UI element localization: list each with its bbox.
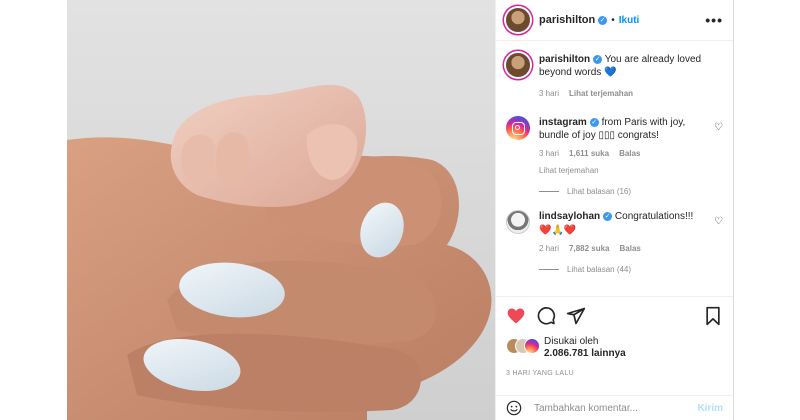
lindsaylohan-avatar[interactable]: [506, 210, 530, 234]
send-button[interactable]: Kirim: [697, 403, 723, 414]
likes-count[interactable]: 2.086.781 lainnya: [544, 348, 626, 359]
separator-dot: •: [611, 14, 615, 26]
post-header: parishilton ✓ • Ikuti •••: [496, 0, 733, 41]
verified-badge-icon: ✓: [598, 15, 608, 25]
more-options-icon[interactable]: •••: [705, 12, 723, 28]
bookmark-icon[interactable]: [703, 306, 723, 326]
likes-summary: Disukai oleh 2.086.781 lainnya: [506, 336, 723, 360]
caption-time: 3 hari: [539, 89, 560, 98]
replies-divider: [539, 269, 559, 270]
list-item: lindsaylohan ✓ Congratulations!!! ❤️🙏❤️ 2…: [506, 210, 723, 255]
verified-badge-icon: ✓: [589, 118, 599, 127]
comment-username[interactable]: instagram: [539, 117, 587, 128]
post-actions-bar: [496, 296, 733, 334]
comments-list[interactable]: parishilton ✓ You are already loved beyon…: [496, 41, 733, 296]
comment-like-heart-icon[interactable]: ♡: [714, 122, 723, 133]
comment-time: 2 hari: [539, 244, 560, 253]
view-replies-button[interactable]: Lihat balasan (44): [539, 265, 723, 274]
verified-badge-icon: ✓: [603, 212, 613, 221]
caption-translate-link[interactable]: Lihat terjemahan: [569, 87, 633, 100]
liker-avatars[interactable]: [506, 336, 540, 354]
view-replies-label: Lihat balasan (44): [567, 265, 632, 274]
emoji-smiley-icon[interactable]: [506, 400, 522, 416]
caption-username[interactable]: parishilton: [539, 54, 590, 65]
right-backdrop: [734, 0, 800, 420]
view-replies-button[interactable]: Lihat balasan (16): [539, 187, 723, 196]
comment-username[interactable]: lindsaylohan: [539, 211, 600, 222]
comment-icon[interactable]: [536, 306, 556, 326]
comment-input[interactable]: [532, 401, 698, 415]
post-side-panel: parishilton ✓ • Ikuti ••• parishilton ✓ Y…: [495, 0, 734, 420]
reply-button[interactable]: Balas: [620, 242, 641, 255]
post-photo[interactable]: [67, 0, 495, 420]
verified-badge-icon: ✓: [593, 55, 603, 64]
reply-button[interactable]: Balas: [619, 147, 640, 160]
comment-emojis: ❤️🙏❤️: [539, 225, 577, 236]
replies-divider: [539, 191, 559, 192]
post-timestamp: 3 HARI YANG LALU: [506, 370, 574, 377]
comment-like-heart-icon[interactable]: ♡: [714, 216, 723, 227]
avatar[interactable]: [506, 8, 530, 32]
comment-translate-link[interactable]: Lihat terjemahan: [539, 164, 707, 177]
caption-avatar[interactable]: [506, 53, 530, 77]
left-backdrop: [0, 0, 67, 420]
instagram-logo-icon: [511, 121, 525, 135]
avatar: [524, 338, 540, 354]
comment-likes[interactable]: 1,611 suka: [569, 147, 609, 160]
share-plane-icon[interactable]: [566, 306, 586, 326]
caption: parishilton ✓ You are already loved beyon…: [506, 53, 723, 100]
follow-button[interactable]: Ikuti: [619, 15, 640, 26]
like-heart-icon[interactable]: [506, 306, 526, 326]
comment-likes[interactable]: 7,882 suka: [569, 242, 609, 255]
view-replies-label: Lihat balasan (16): [567, 187, 632, 196]
comment-text: Congratulations!!!: [614, 211, 694, 222]
list-item: instagram ✓ from Paris with joy, bundle o…: [506, 116, 723, 177]
likes-label: Disukai oleh: [544, 336, 599, 347]
comment-time: 3 hari: [539, 149, 560, 158]
photo-hands-image: [67, 0, 495, 420]
instagram-avatar[interactable]: [506, 116, 530, 140]
add-comment-bar: Kirim: [496, 395, 733, 420]
header-username[interactable]: parishilton: [539, 14, 595, 26]
